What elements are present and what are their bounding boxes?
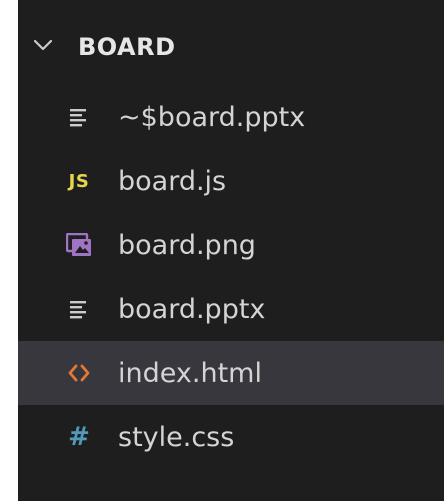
html-brackets-icon [62, 356, 96, 390]
file-name: ~$board.pptx [118, 101, 306, 133]
hash-icon: # [68, 422, 90, 452]
js-icon: JS [68, 170, 90, 192]
file-item-index-html[interactable]: index.html [18, 341, 444, 405]
file-name: board.png [118, 229, 256, 261]
file-item-style-css[interactable]: # style.css [18, 405, 444, 469]
file-tree: ~$board.pptx JS board.js board.png board… [18, 85, 444, 469]
folder-board-header[interactable]: BOARD [18, 24, 444, 68]
image-file-icon [62, 228, 96, 262]
file-name: style.css [118, 421, 235, 453]
file-name: index.html [118, 357, 262, 389]
file-explorer: BOARD ~$board.pptx JS board.js board.png… [18, 0, 444, 501]
file-item-board-png[interactable]: board.png [18, 213, 444, 277]
text-lines-icon [62, 292, 96, 326]
file-name: board.js [118, 165, 227, 197]
text-lines-icon [62, 100, 96, 134]
file-name: board.pptx [118, 293, 266, 325]
file-item-tmp-board-pptx[interactable]: ~$board.pptx [18, 85, 444, 149]
file-item-board-pptx[interactable]: board.pptx [18, 277, 444, 341]
chevron-down-icon[interactable] [32, 34, 54, 56]
file-item-board-js[interactable]: JS board.js [18, 149, 444, 213]
folder-label: BOARD [78, 33, 176, 61]
